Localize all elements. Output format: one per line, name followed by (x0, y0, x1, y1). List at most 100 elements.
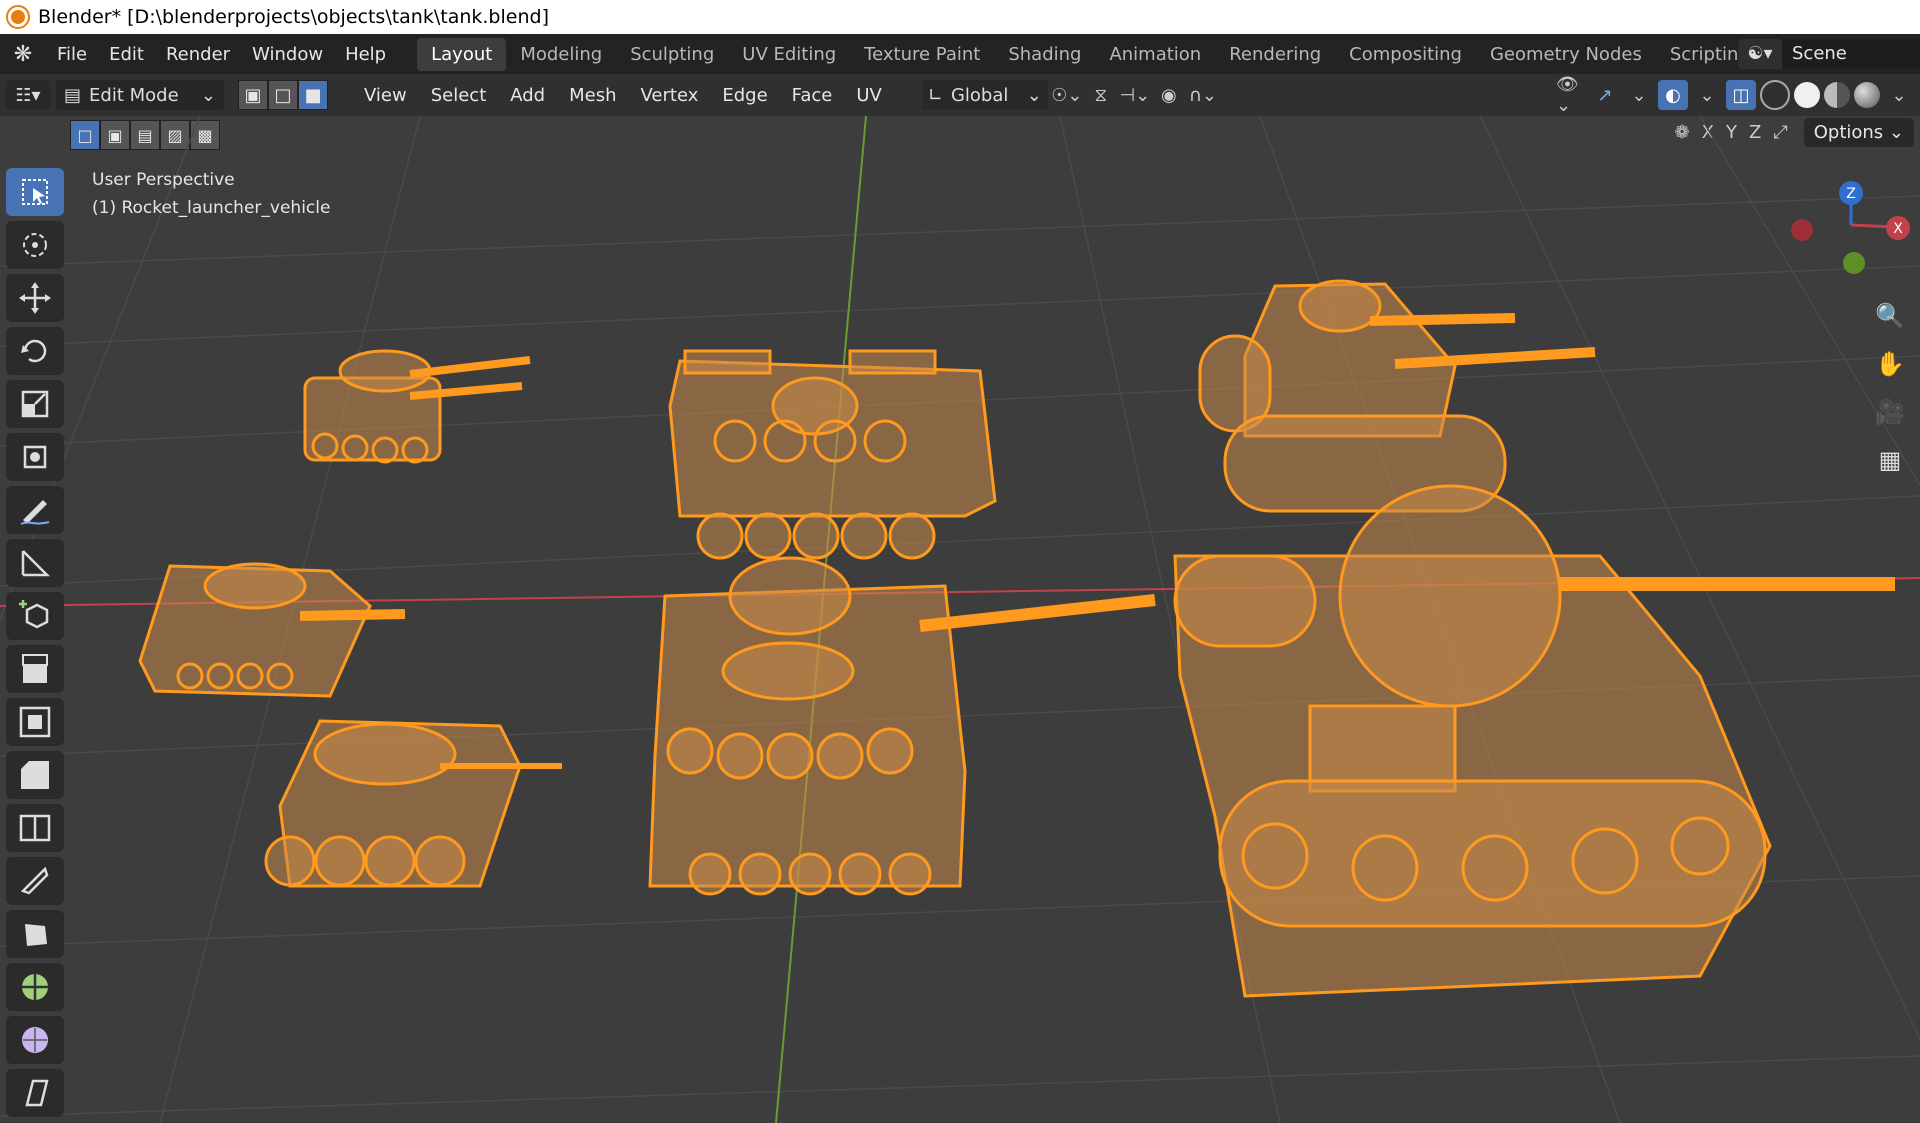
knife-icon[interactable] (6, 857, 64, 905)
blender-logo-icon (8, 7, 28, 27)
viewport-3d[interactable] (0, 116, 1920, 1123)
perspective-label: User Perspective (92, 170, 235, 190)
smooth-icon[interactable] (6, 1016, 64, 1064)
tab-texture-paint[interactable]: Texture Paint (850, 38, 994, 71)
menu-file[interactable]: File (46, 44, 98, 65)
bevel-icon[interactable] (6, 751, 64, 799)
navigation-gizmo[interactable]: Z X (1770, 175, 1920, 295)
workspace-tabs: Layout Modeling Sculpting UV Editing Tex… (417, 37, 1802, 71)
transform-orientation-dropdown[interactable]: ∟ Global ⌄ (921, 80, 1048, 110)
grid-icon[interactable]: ▦ (1870, 440, 1910, 480)
tab-sculpting[interactable]: Sculpting (616, 38, 728, 71)
add-cube-icon[interactable] (6, 592, 64, 640)
tank-mesh[interactable] (138, 562, 406, 698)
tab-geometry-nodes[interactable]: Geometry Nodes (1476, 38, 1656, 71)
window-title: Blender* [D:\blenderprojects\objects\tan… (38, 6, 549, 28)
shear-icon[interactable] (6, 1069, 64, 1117)
edge-select-icon[interactable]: □ (268, 80, 298, 110)
menu-window[interactable]: Window (241, 44, 334, 65)
chevron-down-icon[interactable]: ⌄ (1884, 80, 1914, 110)
tab-compositing[interactable]: Compositing (1335, 38, 1476, 71)
tank-mesh[interactable] (1198, 279, 1596, 513)
move-icon[interactable] (6, 274, 64, 322)
tab-rendering[interactable]: Rendering (1215, 38, 1335, 71)
overlay-toggle-icon[interactable]: ◐ (1658, 80, 1688, 110)
menu-mesh[interactable]: Mesh (557, 85, 628, 106)
menu-face[interactable]: Face (780, 85, 845, 106)
scene-icon[interactable]: ☯▾ (1738, 39, 1782, 69)
z-axis-label: Z (1846, 186, 1856, 202)
menu-render[interactable]: Render (155, 44, 241, 65)
proportional-edit-icon[interactable]: ◉ (1154, 80, 1184, 110)
viewport-info: User Perspective (1) Rocket_launcher_veh… (92, 166, 330, 222)
menu-select[interactable]: Select (419, 85, 499, 106)
y-axis-icon[interactable] (1843, 252, 1865, 274)
measure-icon[interactable] (6, 539, 64, 587)
pivot-point-icon[interactable]: ☉⌄ (1051, 80, 1082, 110)
orientation-icon: ∟ (927, 84, 943, 106)
pan-hand-icon[interactable]: ✋ (1870, 344, 1910, 384)
menu-uv[interactable]: UV (844, 85, 894, 106)
camera-icon[interactable]: 🎥 (1870, 392, 1910, 432)
navigation-buttons: 🔍 ✋ 🎥 ▦ (1870, 296, 1910, 488)
rendered-shading-icon[interactable] (1854, 82, 1880, 108)
visibility-icon[interactable]: 👁⌄ (1556, 74, 1586, 116)
zoom-icon[interactable]: 🔍 (1870, 296, 1910, 336)
snap-target-icon[interactable]: ⊣⌄ (1120, 80, 1151, 110)
wireframe-shading-icon[interactable] (1760, 80, 1790, 110)
blender-menu-icon[interactable]: ❋ (0, 42, 46, 67)
menu-edge[interactable]: Edge (710, 85, 779, 106)
orientation-label: Global (950, 84, 1009, 106)
extrude-icon[interactable] (6, 645, 64, 693)
viewport-header: ☷▾ ▤ Edit Mode ⌄ ▣ □ ■ View Select Add M… (0, 74, 1920, 116)
snap-icon[interactable]: ⧖ (1086, 80, 1116, 110)
solid-shading-icon[interactable] (1794, 82, 1820, 108)
top-menubar: ❋ File Edit Render Window Help Layout Mo… (0, 34, 1920, 74)
transform-icon[interactable] (6, 433, 64, 481)
tab-layout[interactable]: Layout (417, 37, 507, 71)
tab-uv-editing[interactable]: UV Editing (728, 38, 850, 71)
scale-icon[interactable] (6, 380, 64, 428)
cursor-icon[interactable] (6, 221, 64, 269)
tank-mesh[interactable] (648, 556, 1156, 896)
menu-vertex[interactable]: Vertex (629, 85, 711, 106)
mode-label: Edit Mode (89, 84, 179, 106)
material-shading-icon[interactable] (1824, 82, 1850, 108)
chevron-down-icon[interactable]: ⌄ (1692, 80, 1722, 110)
select-box-icon[interactable] (6, 168, 64, 216)
chevron-down-icon: ⌄ (1026, 84, 1042, 106)
poly-build-icon[interactable] (6, 910, 64, 958)
inset-icon[interactable] (6, 698, 64, 746)
rotate-icon[interactable] (6, 327, 64, 375)
tab-shading[interactable]: Shading (994, 38, 1095, 71)
rocket-launcher-mesh[interactable] (668, 349, 997, 560)
menu-edit[interactable]: Edit (98, 44, 155, 65)
viewport-header-right: 👁⌄ ↗ ⌄ ◐ ⌄ ◫ ⌄ (1552, 74, 1914, 116)
spin-icon[interactable] (6, 963, 64, 1011)
tank-mesh[interactable] (303, 349, 531, 464)
tab-animation[interactable]: Animation (1095, 38, 1215, 71)
tank-mesh[interactable] (264, 719, 562, 888)
annotate-icon[interactable] (6, 486, 64, 534)
scene-selector[interactable]: ☯▾ Scene (1738, 38, 1920, 70)
tank-mesh[interactable] (1173, 484, 1895, 998)
editor-type-icon[interactable]: ☷▾ (6, 80, 50, 110)
gizmo-toggle-icon[interactable]: ↗ (1590, 80, 1620, 110)
vertex-select-icon[interactable]: ▣ (238, 80, 268, 110)
xray-toggle-icon[interactable]: ◫ (1726, 80, 1756, 110)
menu-add[interactable]: Add (498, 85, 557, 106)
window-titlebar: Blender* [D:\blenderprojects\objects\tan… (0, 0, 1920, 34)
mode-dropdown[interactable]: ▤ Edit Mode ⌄ (56, 80, 224, 110)
active-object-label: (1) Rocket_launcher_vehicle (92, 198, 331, 218)
scene-name-field[interactable]: Scene (1782, 39, 1920, 69)
select-mode-group: ▣ □ ■ (238, 80, 328, 110)
loop-cut-icon[interactable] (6, 804, 64, 852)
menu-view[interactable]: View (352, 85, 419, 106)
chevron-down-icon[interactable]: ⌄ (1624, 80, 1654, 110)
face-select-icon[interactable]: ■ (298, 80, 328, 110)
menu-help[interactable]: Help (334, 44, 397, 65)
edit-mode-icon: ▤ (64, 84, 82, 106)
falloff-icon[interactable]: ∩⌄ (1188, 80, 1218, 110)
neg-x-axis-icon[interactable] (1791, 219, 1813, 241)
tab-modeling[interactable]: Modeling (506, 38, 616, 71)
